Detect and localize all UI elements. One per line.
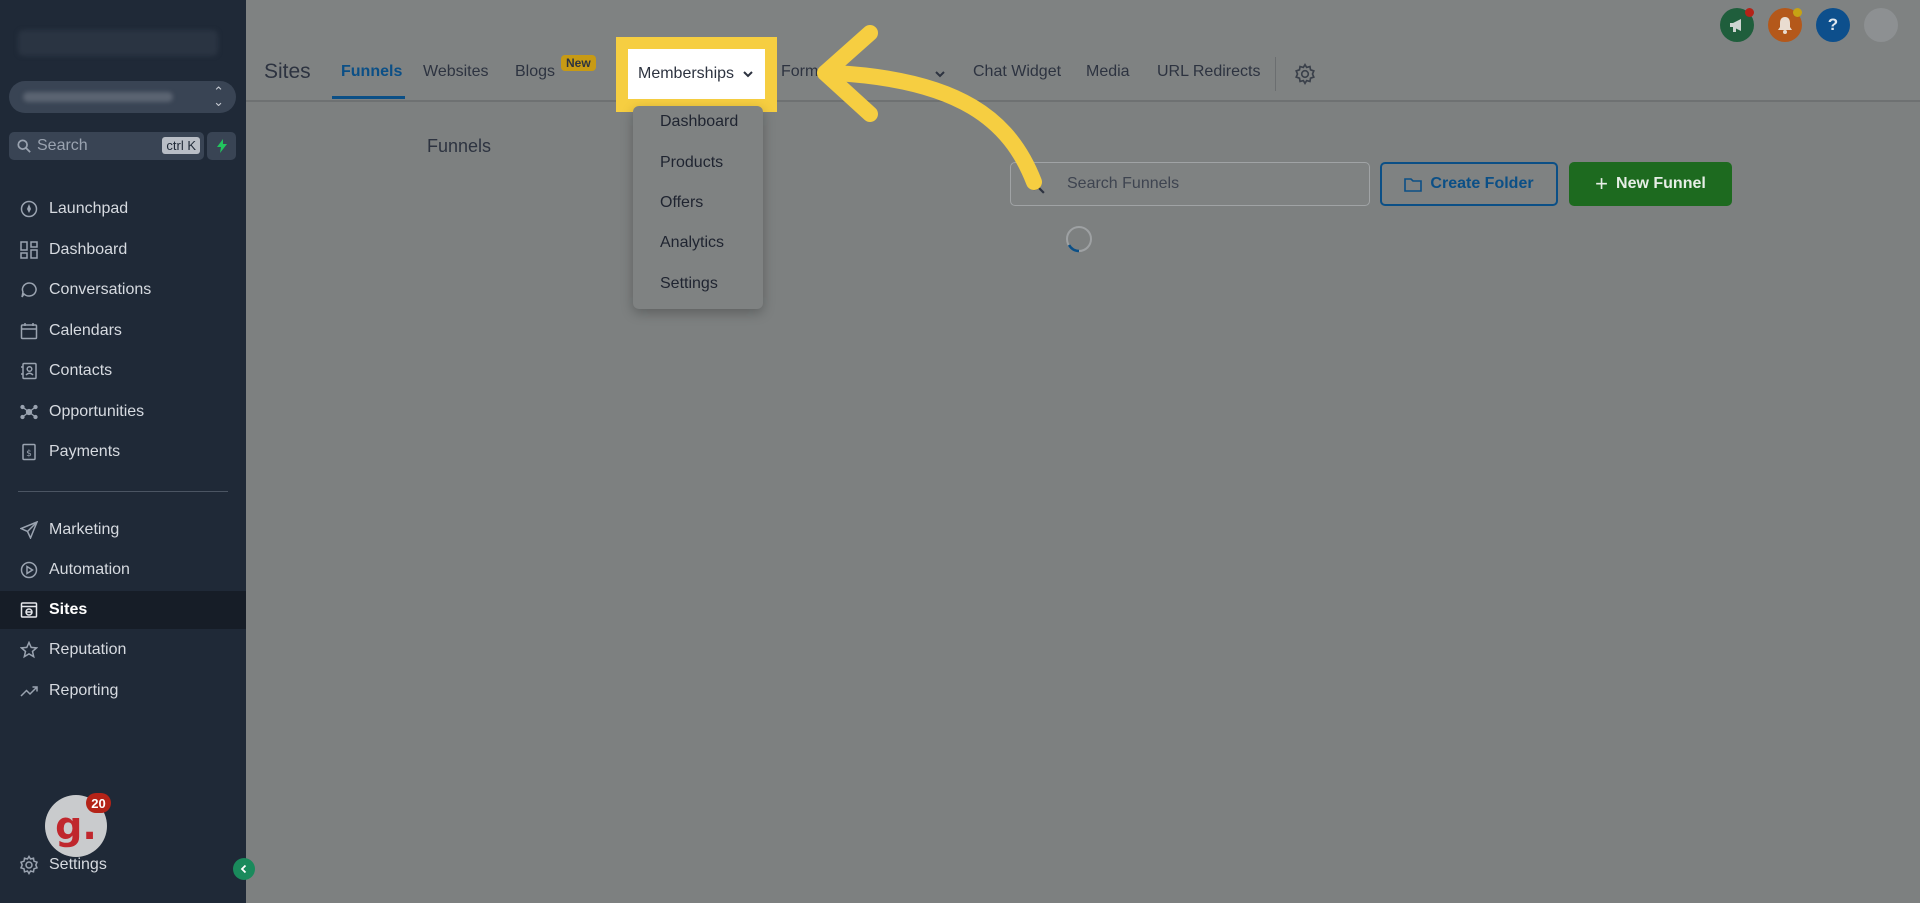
- bolt-icon: [216, 139, 227, 153]
- create-folder-label: Create Folder: [1430, 175, 1534, 192]
- receipt-icon: $: [19, 442, 39, 462]
- calendar-icon: [19, 321, 39, 341]
- account-name-blurred: [23, 92, 173, 102]
- new-funnel-label: New Funnel: [1616, 175, 1706, 192]
- chevron-down-icon: [935, 71, 945, 78]
- brand-logo: [18, 30, 218, 56]
- dropdown-item-settings[interactable]: Settings: [660, 275, 718, 293]
- page-title: Sites: [264, 60, 311, 83]
- sidebar-item-label: Reputation: [49, 641, 127, 658]
- memberships-dropdown: Dashboard Products Offers Analytics Sett…: [633, 106, 763, 309]
- notification-count-badge: 20: [86, 793, 111, 813]
- search-icon: [1027, 176, 1045, 194]
- new-funnel-button[interactable]: + New Funnel: [1569, 162, 1732, 206]
- sidebar-item-dashboard[interactable]: Dashboard: [0, 231, 246, 269]
- sidebar-divider: [18, 491, 228, 492]
- network-icon: [19, 402, 39, 422]
- tab-url-redirects[interactable]: URL Redirects: [1157, 63, 1260, 81]
- help-icon: ?: [1827, 15, 1839, 34]
- dropdown-item-dashboard[interactable]: Dashboard: [660, 113, 738, 131]
- search-funnels-input[interactable]: [1067, 175, 1357, 193]
- sidebar-item-label: Payments: [49, 443, 121, 460]
- sidebar-item-label: Launchpad: [49, 200, 129, 217]
- chevron-left-icon: [240, 864, 247, 874]
- gear-icon: [19, 855, 39, 875]
- tab-separator: [1275, 57, 1276, 91]
- tutorial-arrow: [817, 25, 1042, 190]
- tab-funnels[interactable]: Funnels: [341, 63, 402, 81]
- chevron-down-icon: [743, 71, 753, 78]
- sidebar-item-payments[interactable]: $ Payments: [0, 433, 246, 471]
- sidebar-item-settings[interactable]: Settings: [19, 855, 107, 875]
- tab-websites[interactable]: Websites: [423, 63, 489, 81]
- sidebar-item-reputation[interactable]: Reputation: [0, 631, 246, 669]
- sidebar-settings-label: Settings: [49, 856, 107, 873]
- sidebar-item-label: Dashboard: [49, 241, 128, 258]
- loading-spinner: [1066, 226, 1092, 253]
- tab-media[interactable]: Media: [1086, 63, 1130, 81]
- notification-dot: [1793, 8, 1802, 17]
- settings-gear-icon[interactable]: [1294, 63, 1316, 85]
- sidebar-item-label: Conversations: [49, 281, 152, 298]
- rocket-icon: [19, 199, 39, 219]
- sidebar-item-launchpad[interactable]: Launchpad: [0, 190, 246, 228]
- tab-memberships[interactable]: Memberships: [628, 49, 765, 99]
- quick-action-button[interactable]: [207, 132, 236, 160]
- sidebar-search[interactable]: Search ctrl K: [9, 132, 204, 160]
- dropdown-item-analytics[interactable]: Analytics: [660, 234, 724, 252]
- active-tab-indicator: [332, 96, 405, 99]
- help-button[interactable]: ?: [1816, 8, 1850, 42]
- dropdown-item-offers[interactable]: Offers: [660, 194, 703, 212]
- sidebar-item-label: Sites: [49, 601, 88, 618]
- dropdown-item-products[interactable]: Products: [660, 154, 723, 172]
- search-funnels-field[interactable]: [1010, 162, 1370, 206]
- contacts-icon: [19, 361, 39, 381]
- shortcut-badge: ctrl K: [162, 137, 200, 154]
- sidebar-item-opportunities[interactable]: Opportunities: [0, 393, 246, 431]
- grid-icon: [19, 240, 39, 260]
- tab-chat-widget[interactable]: Chat Widget: [973, 63, 1061, 81]
- tab-blogs[interactable]: Blogs: [515, 63, 555, 81]
- sidebar-item-calendars[interactable]: Calendars: [0, 312, 246, 350]
- sidebar-item-contacts[interactable]: Contacts: [0, 352, 246, 390]
- section-title: Funnels: [427, 136, 492, 156]
- avatar[interactable]: [1864, 8, 1898, 42]
- star-icon: [19, 640, 39, 660]
- send-icon: [19, 520, 39, 540]
- sidebar-item-sites[interactable]: Sites: [0, 591, 246, 629]
- trend-icon: [19, 681, 39, 701]
- sidebar-item-marketing[interactable]: Marketing: [0, 511, 246, 549]
- folder-icon: [1404, 177, 1423, 192]
- tab-memberships-label: Memberships: [638, 65, 735, 82]
- sidebar-search-label: Search: [37, 137, 88, 154]
- unread-dot: [1745, 8, 1754, 17]
- sidebar-item-conversations[interactable]: Conversations: [0, 271, 246, 309]
- svg-text:$: $: [26, 449, 32, 459]
- sidebar-item-label: Contacts: [49, 362, 113, 379]
- search-icon: [17, 139, 31, 153]
- plus-icon: +: [1595, 171, 1609, 196]
- top-navigation: Sites Funnels Websites Blogs New Forms C…: [246, 0, 1920, 102]
- create-folder-button[interactable]: Create Folder: [1380, 162, 1558, 206]
- sidebar-item-label: Opportunities: [49, 403, 145, 420]
- sidebar-item-label: Automation: [49, 561, 130, 578]
- sidebar: ⌃ ⌄ Search ctrl K Launchpad Dashboard Con…: [0, 0, 255, 903]
- sidebar-item-reporting[interactable]: Reporting: [0, 672, 246, 710]
- sidebar-item-label: Marketing: [49, 521, 120, 538]
- tab-forms[interactable]: Forms: [781, 63, 826, 81]
- collapse-sidebar-button[interactable]: [233, 858, 255, 880]
- chat-icon: [19, 280, 39, 300]
- sidebar-item-label: Calendars: [49, 322, 122, 339]
- sidebar-item-label: Reporting: [49, 682, 119, 699]
- account-switcher[interactable]: ⌃ ⌄: [9, 81, 236, 113]
- globe-icon: [19, 600, 39, 620]
- new-badge: New: [561, 55, 596, 71]
- megaphone-icon: [1730, 19, 1741, 32]
- play-circle-icon: [19, 560, 39, 580]
- bell-icon: [1778, 17, 1792, 34]
- updown-chevron-icon: ⌃ ⌄: [213, 84, 224, 109]
- sidebar-item-automation[interactable]: Automation: [0, 551, 246, 589]
